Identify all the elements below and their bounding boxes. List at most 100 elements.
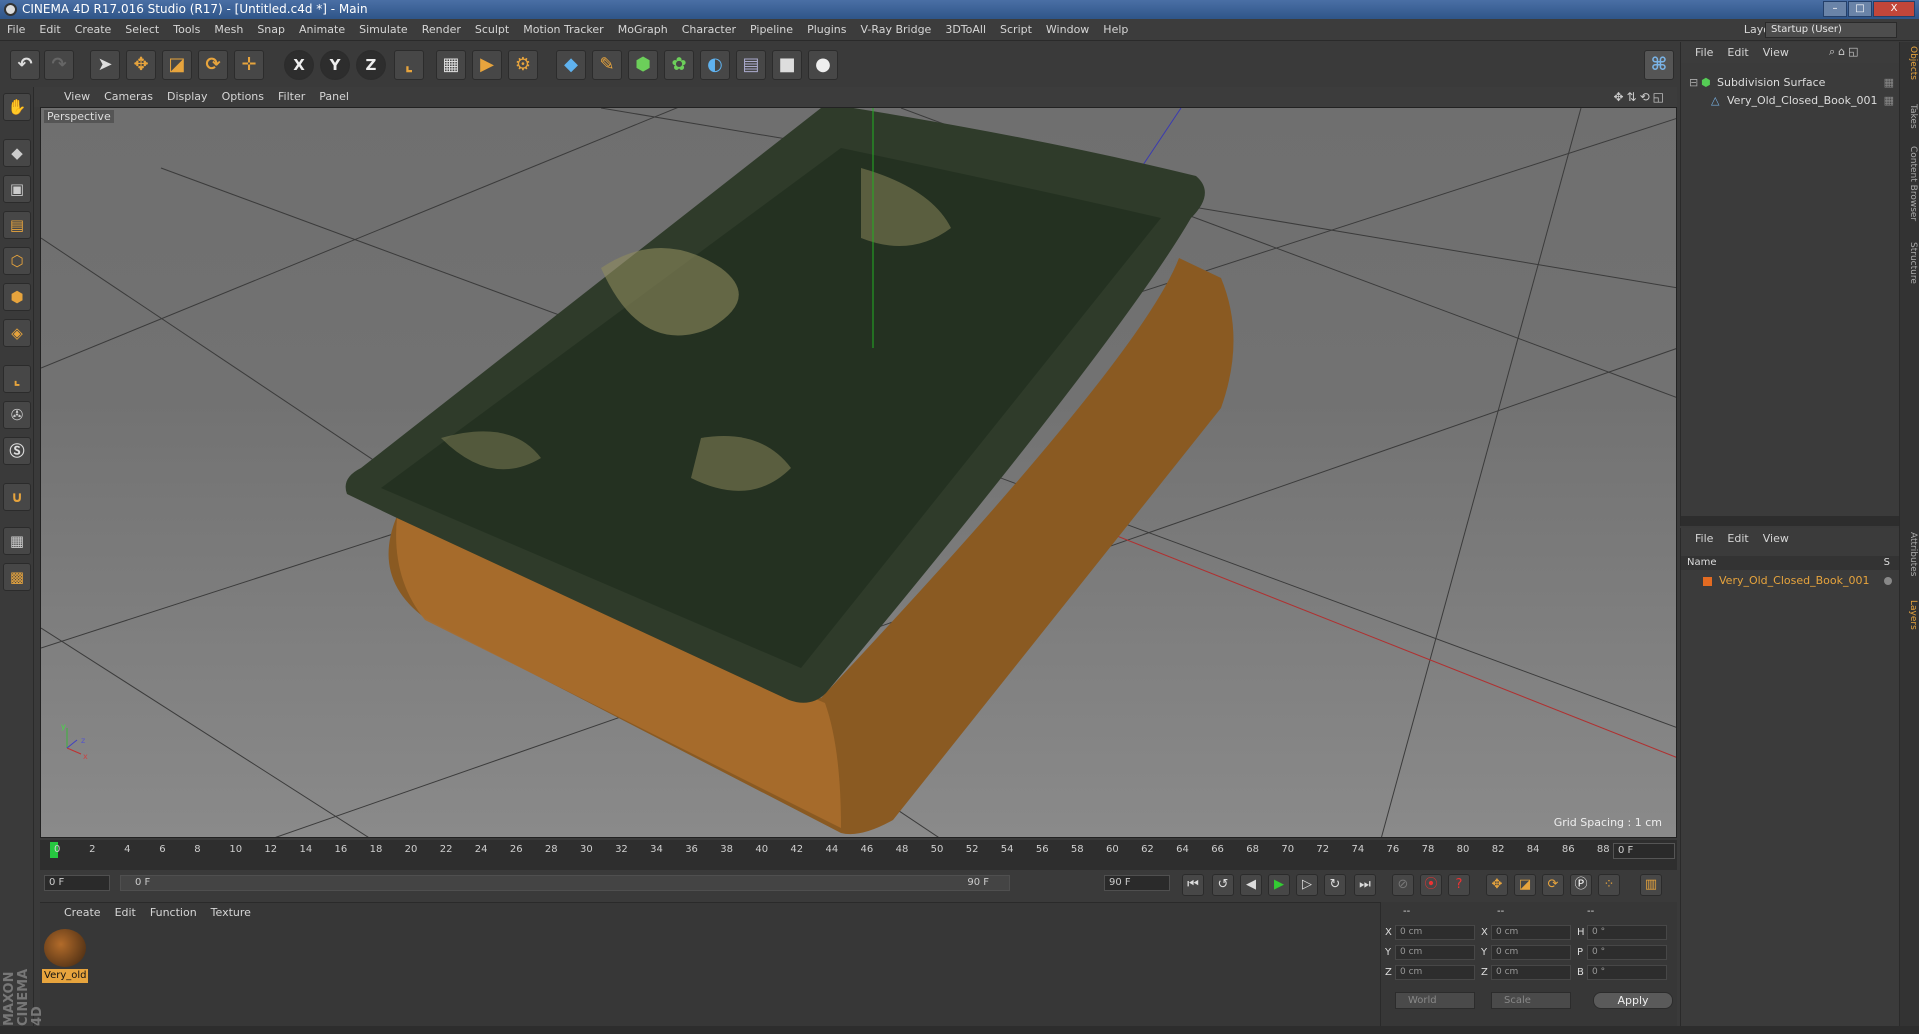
undo-icon[interactable]: ↶ bbox=[10, 50, 40, 80]
key-pla-icon[interactable]: ⁘ bbox=[1598, 874, 1620, 896]
floor-icon[interactable]: ▤ bbox=[736, 50, 766, 80]
previous-key-icon[interactable]: ↺ bbox=[1212, 874, 1234, 896]
position-y-field[interactable]: 0 cm bbox=[1395, 945, 1475, 960]
coordinate-system-select[interactable]: World bbox=[1395, 992, 1475, 1009]
menu-simulate[interactable]: Simulate bbox=[352, 19, 415, 41]
viewport-menu-filter[interactable]: Filter bbox=[271, 87, 312, 107]
light-icon[interactable]: ● bbox=[808, 50, 838, 80]
layer-row[interactable]: Very_Old_Closed_Book_001 bbox=[1681, 572, 1900, 590]
live-select-icon[interactable]: ✛ bbox=[234, 50, 264, 80]
menu-pipeline[interactable]: Pipeline bbox=[743, 19, 800, 41]
visibility-toggle-icon[interactable]: ▦ bbox=[1884, 74, 1894, 92]
horizontal-scrollbar[interactable] bbox=[1681, 516, 1900, 526]
size-y-field[interactable]: 0 cm bbox=[1491, 945, 1571, 960]
tab-layers[interactable]: Layers bbox=[1902, 600, 1918, 630]
menu-tools[interactable]: Tools bbox=[166, 19, 207, 41]
tab-objects[interactable]: Objects bbox=[1902, 46, 1918, 80]
autokey-icon[interactable]: ? bbox=[1448, 874, 1470, 896]
record-off-icon[interactable]: ⊘ bbox=[1392, 874, 1414, 896]
edit-render-settings-icon[interactable]: ⚙ bbox=[508, 50, 538, 80]
menu-snap[interactable]: Snap bbox=[250, 19, 292, 41]
material-menu-create[interactable]: Create bbox=[40, 903, 108, 923]
current-frame-field[interactable]: 0 F bbox=[1613, 843, 1675, 859]
material-name[interactable]: Very_old bbox=[42, 969, 88, 983]
viewport-navigation-icon[interactable]: ✥⇅⟲◱ bbox=[1613, 90, 1667, 104]
render-picture-viewer-icon[interactable]: ▶ bbox=[472, 50, 502, 80]
layer-solo-toggle[interactable] bbox=[1884, 577, 1892, 585]
layer-menu-file[interactable]: File bbox=[1681, 528, 1713, 549]
z-axis-icon[interactable]: Z bbox=[356, 50, 386, 80]
tab-content-browser[interactable]: Content Browser bbox=[1902, 146, 1918, 221]
menu-select[interactable]: Select bbox=[118, 19, 166, 41]
x-axis-icon[interactable]: X bbox=[284, 50, 314, 80]
menu-edit[interactable]: Edit bbox=[32, 19, 67, 41]
menu-window[interactable]: Window bbox=[1039, 19, 1096, 41]
object-manager-tools-icon[interactable]: ⌕⌂◱ bbox=[1829, 45, 1862, 59]
menu-animate[interactable]: Animate bbox=[292, 19, 352, 41]
menu-3dtoall[interactable]: 3DToAll bbox=[938, 19, 993, 41]
key-parameter-icon[interactable]: Ⓟ bbox=[1570, 874, 1592, 896]
menu-vray-bridge[interactable]: V-Ray Bridge bbox=[853, 19, 938, 41]
tree-item-subdivision-surface[interactable]: ⊟ ⬢ Subdivision Surface ▦ bbox=[1681, 74, 1900, 92]
apply-button[interactable]: Apply bbox=[1593, 992, 1673, 1009]
layer-menu-view[interactable]: View bbox=[1749, 528, 1789, 549]
menu-file[interactable]: File bbox=[0, 19, 32, 41]
go-to-end-icon[interactable]: ⏭ bbox=[1354, 874, 1376, 896]
size-mode-select[interactable]: Scale bbox=[1491, 992, 1571, 1009]
cube-icon[interactable]: ◆ bbox=[556, 50, 586, 80]
viewport-menu-display[interactable]: Display bbox=[160, 87, 215, 107]
menu-character[interactable]: Character bbox=[675, 19, 743, 41]
viewport-menu-options[interactable]: Options bbox=[215, 87, 271, 107]
size-x-field[interactable]: 0 cm bbox=[1491, 925, 1571, 940]
camera-icon[interactable]: ■ bbox=[772, 50, 802, 80]
pen-icon[interactable]: ✎ bbox=[592, 50, 622, 80]
maximize-button[interactable]: □ bbox=[1848, 1, 1872, 17]
polygons-mode-icon[interactable]: ◈ bbox=[3, 319, 31, 347]
rotation-p-field[interactable]: 0 ° bbox=[1587, 945, 1667, 960]
layer-color-swatch[interactable] bbox=[1703, 577, 1712, 586]
python-icon[interactable]: ⌘ bbox=[1644, 50, 1674, 80]
object-menu-edit[interactable]: Edit bbox=[1713, 42, 1748, 63]
y-axis-icon[interactable]: Y bbox=[320, 50, 350, 80]
minimize-button[interactable]: – bbox=[1823, 1, 1847, 17]
collapse-icon[interactable]: ⊟ bbox=[1689, 74, 1698, 92]
menu-create[interactable]: Create bbox=[68, 19, 119, 41]
rotation-b-field[interactable]: 0 ° bbox=[1587, 965, 1667, 980]
subdivision-icon[interactable]: ⬢ bbox=[628, 50, 658, 80]
magnet-icon[interactable]: ∪ bbox=[3, 483, 31, 511]
material-menu-edit[interactable]: Edit bbox=[108, 903, 143, 923]
move-icon[interactable]: ✥ bbox=[126, 50, 156, 80]
previous-frame-icon[interactable]: ◀ bbox=[1240, 874, 1262, 896]
key-position-icon[interactable]: ✥ bbox=[1486, 874, 1508, 896]
next-frame-icon[interactable]: ▷ bbox=[1296, 874, 1318, 896]
edges-mode-icon[interactable]: ⬢ bbox=[3, 283, 31, 311]
redo-icon[interactable]: ↷ bbox=[44, 50, 74, 80]
deformer-icon[interactable]: ◐ bbox=[700, 50, 730, 80]
render-view-icon[interactable]: ▦ bbox=[436, 50, 466, 80]
material-menu-texture[interactable]: Texture bbox=[204, 903, 258, 923]
layer-menu-edit[interactable]: Edit bbox=[1713, 528, 1748, 549]
lock-workplane-icon[interactable]: ▦ bbox=[3, 527, 31, 555]
size-z-field[interactable]: 0 cm bbox=[1491, 965, 1571, 980]
start-frame-field[interactable]: 0 F bbox=[44, 875, 110, 891]
key-scale-icon[interactable]: ◪ bbox=[1514, 874, 1536, 896]
planar-workplane-icon[interactable]: ▩ bbox=[3, 563, 31, 591]
timeline-ruler[interactable]: 0 2 4 6 8 10 12 14 16 18 20 22 24 26 28 30 32 34 36 38 40 42 4… bbox=[40, 840, 1677, 870]
position-z-field[interactable]: 0 cm bbox=[1395, 965, 1475, 980]
record-icon[interactable]: ⦿ bbox=[1420, 874, 1442, 896]
menu-render[interactable]: Render bbox=[415, 19, 468, 41]
go-to-start-icon[interactable]: ⏮ bbox=[1182, 874, 1204, 896]
frame-range-slider[interactable]: 0 F 90 F bbox=[120, 875, 1010, 891]
tab-structure[interactable]: Structure bbox=[1902, 242, 1918, 284]
menu-script[interactable]: Script bbox=[993, 19, 1039, 41]
viewport-menu-panel[interactable]: Panel bbox=[312, 87, 356, 107]
menu-mograph[interactable]: MoGraph bbox=[611, 19, 675, 41]
visibility-toggle-icon[interactable]: ▦ bbox=[1884, 92, 1894, 110]
menu-motion-tracker[interactable]: Motion Tracker bbox=[516, 19, 610, 41]
object-menu-file[interactable]: File bbox=[1681, 42, 1713, 63]
tree-item-book[interactable]: △ Very_Old_Closed_Book_001 ▦ bbox=[1681, 92, 1900, 110]
rotate-icon[interactable]: ⟳ bbox=[198, 50, 228, 80]
key-rotation-icon[interactable]: ⟳ bbox=[1542, 874, 1564, 896]
sculpt-mode-icon[interactable]: ✋ bbox=[3, 93, 31, 121]
snap-icon[interactable]: Ⓢ bbox=[3, 437, 31, 465]
